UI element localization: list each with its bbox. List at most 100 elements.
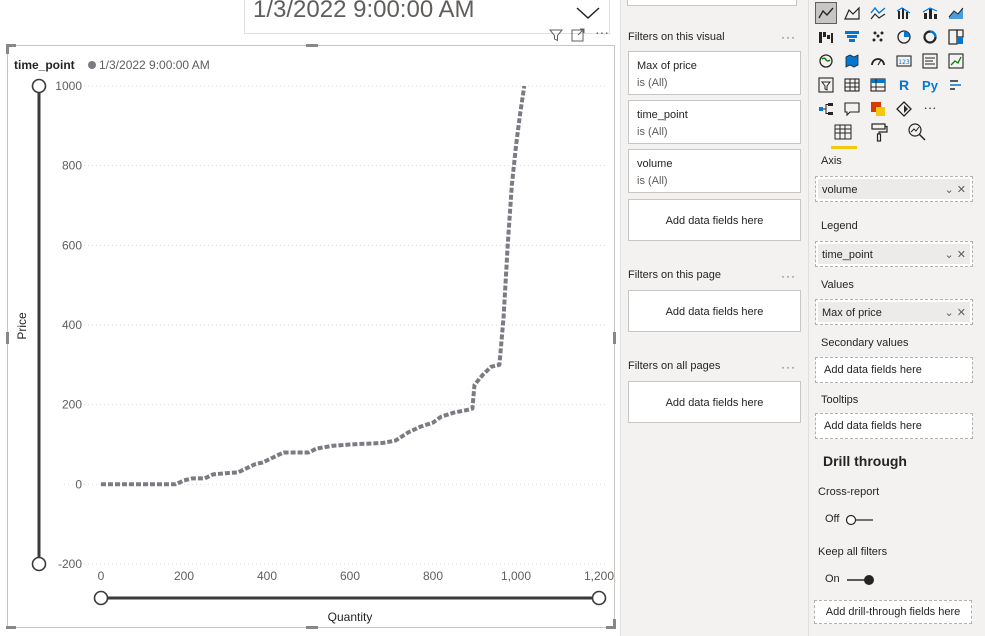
chevron-down-icon[interactable] [575,2,601,22]
field-controls[interactable]: ⌄ ✕ [945,242,967,268]
smart-narrative-icon[interactable] [867,98,889,120]
ribbon-chart-icon[interactable] [945,2,967,24]
visual-header: ··· [544,24,614,44]
legend-well-label: Legend [821,220,858,232]
field-controls[interactable]: ⌄ ✕ [945,177,967,203]
filters-page-heading: Filters on this page [628,269,721,281]
visual-filter-dropzone[interactable]: Add data fields here [628,199,801,241]
legend-item: 1/3/2022 9:00:00 AM [99,58,210,72]
cross-report-toggle[interactable] [845,514,875,526]
x-axis-title: Quantity [328,610,373,624]
format-tab[interactable] [865,120,893,144]
x-tick-label: 200 [174,569,194,583]
report-filter-dropzone[interactable]: Add data fields here [628,381,801,423]
table-icon[interactable] [841,74,863,96]
values-well[interactable]: Max of price ⌄ ✕ [815,299,973,325]
axis-well-label: Axis [821,155,842,167]
multi-row-card-icon[interactable] [919,50,941,72]
waterfall-chart-icon[interactable] [815,26,837,48]
line-chart-icon[interactable] [815,2,837,24]
line-chart-visual[interactable]: ··· time_point 1/3/2022 9:00:00 AM 1000 8… [6,24,616,629]
scatter-chart-icon[interactable] [867,26,889,48]
slicer-icon[interactable] [815,74,837,96]
values-well-label: Values [821,279,854,291]
tooltips-dropzone[interactable]: Add data fields here [815,413,973,439]
matrix-icon[interactable] [867,74,889,96]
more-visuals-icon[interactable]: ··· [919,96,941,118]
drill-through-dropzone[interactable]: Add drill-through fields here [814,600,972,624]
filled-map-icon[interactable] [841,50,863,72]
filter-card[interactable]: volume is (All) [628,149,801,193]
fields-tab[interactable] [829,120,857,144]
r-visual-icon[interactable]: R [893,74,915,96]
y-zoom-handle-bottom [31,556,47,572]
visualizations-pane: 123 R Py ··· Axis volume ⌄ ✕ Legend time… [808,0,985,636]
x-zoom-handle-left [93,590,109,606]
filter-icon[interactable] [548,27,564,43]
card-icon[interactable]: 123 [893,50,915,72]
area-chart-icon[interactable] [841,2,863,24]
python-visual-label: Py [922,77,938,93]
filter-card-name: time_point [637,109,688,121]
report-canvas: 1/3/2022 9:00:00 AM ··· time_point 1/3/2… [0,0,620,636]
kpi-icon[interactable] [945,50,967,72]
gridlines [64,85,606,565]
keep-filters-toggle[interactable] [845,574,875,586]
svg-text:123: 123 [898,59,910,66]
legend-marker [88,61,96,69]
line-stacked-column-icon[interactable] [919,2,941,24]
x-tick-label: 1,200 [584,569,614,583]
filter-card-name: Max of price [637,60,697,72]
x-tick-label: 1,000 [501,569,531,583]
field-controls[interactable]: ⌄ ✕ [945,300,967,326]
y-tick-label: 400 [62,318,82,332]
qna-icon[interactable] [841,98,863,120]
gauge-icon[interactable] [867,50,889,72]
y-axis-title: Price [15,312,29,340]
drill-through-heading: Drill through [823,453,907,469]
filter-card-name: volume [637,158,673,170]
key-influencers-icon[interactable] [945,74,967,96]
y-tick-label: -200 [58,557,82,571]
slicer-value: 1/3/2022 9:00:00 AM [253,0,475,23]
y-zoom-handle-top [31,78,47,94]
secondary-values-dropzone[interactable]: Add data fields here [815,357,973,383]
keep-filters-label: Keep all filters [818,546,888,558]
y-axis-ticks: 1000 800 600 400 200 0 -200 [55,79,82,571]
cross-report-state: Off [825,513,840,525]
tooltips-label: Tooltips [821,394,859,406]
pie-chart-icon[interactable] [893,26,915,48]
more-options-icon[interactable]: ··· [781,360,796,374]
analytics-icon [908,123,926,141]
map-icon[interactable] [815,50,837,72]
x-tick-label: 800 [423,569,443,583]
line-clustered-column-icon[interactable] [893,2,915,24]
filter-card[interactable]: time_point is (All) [628,100,801,144]
x-zoom-handle-right [591,590,607,606]
axis-well[interactable]: volume ⌄ ✕ [815,176,973,202]
filter-card[interactable]: Max of price is (All) [628,51,801,95]
power-apps-icon[interactable] [893,98,915,120]
more-options-icon[interactable]: ··· [781,269,796,283]
more-options-icon[interactable]: ··· [781,30,796,44]
y-tick-label: 200 [62,398,82,412]
fields-icon [834,124,852,140]
filter-search-input[interactable] [627,0,797,6]
more-options-icon[interactable]: ··· [594,24,610,40]
filters-pane: Filters on this visual ··· Max of price … [620,0,808,636]
decomposition-tree-icon[interactable] [815,98,837,120]
r-visual-label: R [898,77,910,93]
python-visual-icon[interactable]: Py [919,74,941,96]
page-filter-dropzone[interactable]: Add data fields here [628,290,801,332]
filters-all-heading: Filters on all pages [628,360,721,372]
secondary-values-label: Secondary values [821,337,909,349]
viz-pane-tabs [821,120,941,150]
analytics-tab[interactable] [903,120,931,144]
donut-chart-icon[interactable] [919,26,941,48]
stacked-area-chart-icon[interactable] [867,2,889,24]
treemap-icon[interactable] [945,26,967,48]
focus-mode-icon[interactable] [570,27,586,43]
legend-well[interactable]: time_point ⌄ ✕ [815,241,973,267]
x-tick-label: 600 [340,569,360,583]
funnel-chart-icon[interactable] [841,26,863,48]
